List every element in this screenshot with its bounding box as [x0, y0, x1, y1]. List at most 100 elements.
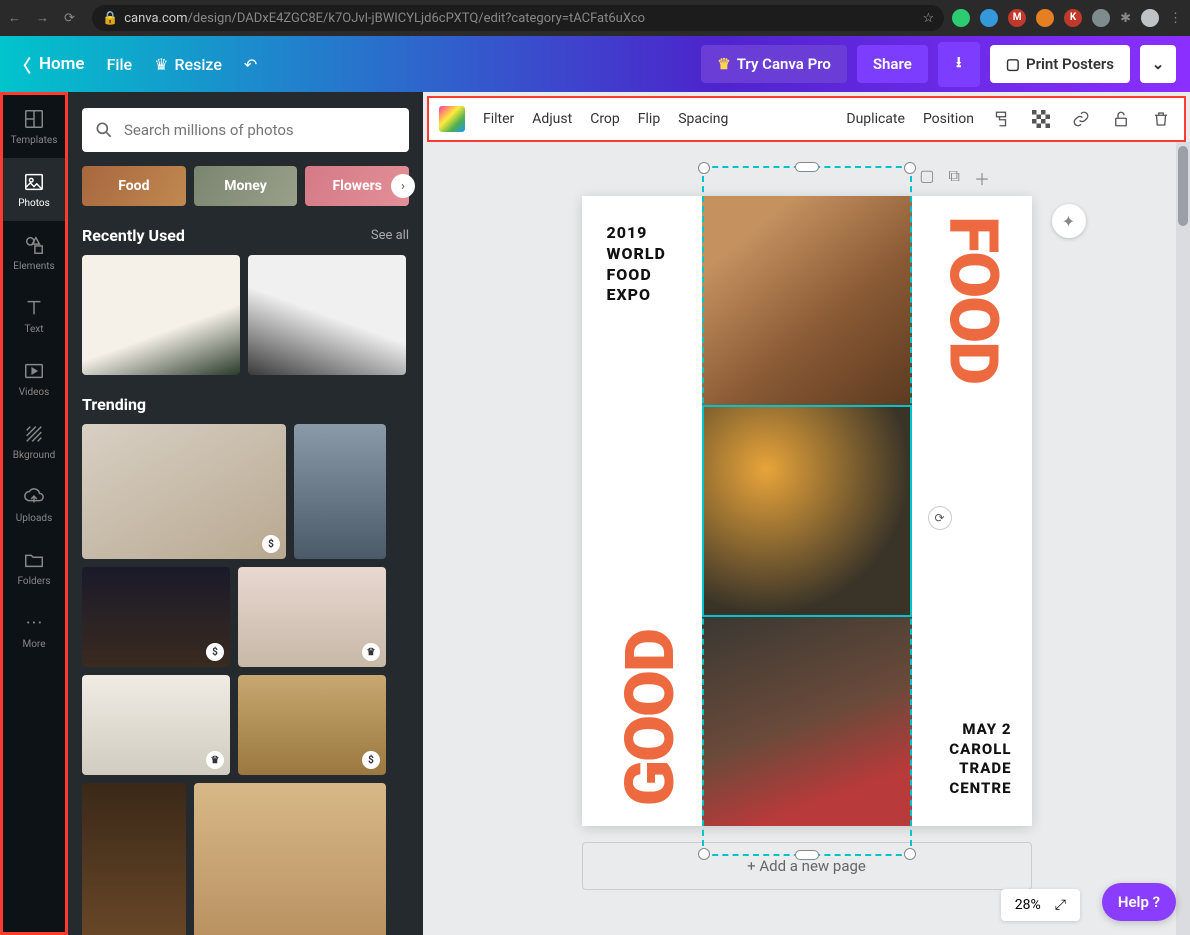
elements-icon: [22, 233, 46, 257]
download-icon: ⭳: [956, 52, 961, 77]
transparency-icon[interactable]: [1032, 110, 1054, 128]
folders-icon: [22, 548, 46, 572]
star-icon[interactable]: ☆: [922, 11, 934, 26]
resize-handle-ne[interactable]: [904, 162, 916, 174]
filter-button[interactable]: Filter: [483, 111, 514, 127]
sidebar-item-text[interactable]: Text: [3, 284, 65, 347]
search-box[interactable]: [82, 108, 409, 152]
poster-word-good[interactable]: GOOD: [610, 630, 690, 806]
price-badge-icon: $: [362, 751, 380, 769]
trending-photo-thumb[interactable]: [194, 783, 386, 935]
trending-photo-thumb[interactable]: $: [82, 567, 230, 667]
section-title: Trending: [82, 395, 146, 414]
copy-style-icon[interactable]: [992, 110, 1014, 128]
file-menu[interactable]: File: [107, 55, 133, 74]
sidebar-item-bkground[interactable]: Bkground: [3, 410, 65, 473]
duplicate-button[interactable]: Duplicate: [846, 111, 905, 127]
sidebar-item-photos[interactable]: Photos: [3, 158, 65, 221]
color-swatch[interactable]: [439, 106, 465, 132]
chip-food[interactable]: Food: [82, 166, 186, 206]
undo-icon[interactable]: ↶: [244, 55, 257, 74]
canvas-area: Filter Adjust Crop Flip Spacing Duplicat…: [423, 92, 1190, 935]
search-icon: [94, 120, 114, 140]
resize-handle-nw[interactable]: [698, 162, 710, 174]
home-link[interactable]: 〈 Home: [14, 52, 85, 77]
flip-button[interactable]: Flip: [638, 111, 660, 127]
sidebar-item-more[interactable]: • • • More: [3, 599, 65, 662]
lock-icon[interactable]: [1112, 110, 1134, 128]
share-button[interactable]: Share: [857, 45, 928, 83]
resize-menu[interactable]: ♛ Resize: [154, 55, 222, 74]
more-icon: • • •: [22, 611, 46, 635]
poster-footer-text[interactable]: MAY 2 CAROLL TRADE CENTRE: [949, 720, 1011, 798]
trending-photo-thumb[interactable]: [82, 783, 186, 935]
sidebar-item-folders[interactable]: Folders: [3, 536, 65, 599]
zoom-value: 28%: [1015, 897, 1041, 913]
search-input[interactable]: [124, 121, 397, 139]
bkground-icon: [22, 422, 46, 446]
back-icon[interactable]: ←: [8, 10, 28, 26]
crown-badge-icon: ♛: [206, 751, 224, 769]
help-button[interactable]: Help ?: [1102, 883, 1176, 921]
trending-photo-thumb[interactable]: $: [238, 675, 386, 775]
poster-title-text[interactable]: 2019 WORLD FOOD EXPO: [607, 223, 666, 306]
sidebar-item-templates[interactable]: Templates: [3, 95, 65, 158]
trending-photo-thumb[interactable]: $: [82, 424, 286, 559]
templates-icon: [22, 107, 46, 131]
print-button[interactable]: ▢ Print Posters: [990, 45, 1130, 83]
poster-icon: ▢: [1006, 55, 1020, 73]
recent-photo-thumb[interactable]: [82, 255, 240, 375]
print-dropdown[interactable]: ⌄: [1140, 45, 1176, 83]
forward-icon[interactable]: →: [36, 10, 56, 26]
rotate-handle-icon[interactable]: ⟳: [928, 506, 952, 530]
crown-icon: ♛: [154, 55, 168, 74]
chevron-left-icon: 〈: [14, 52, 31, 77]
page-tools: ▢ ⧉ ＋: [919, 166, 990, 190]
crop-button[interactable]: Crop: [590, 111, 620, 127]
section-title: Recently Used: [82, 226, 185, 245]
sidebar-item-videos[interactable]: Videos: [3, 347, 65, 410]
text-icon: [22, 296, 46, 320]
crown-icon: ♛: [717, 55, 730, 73]
see-all-link[interactable]: See all: [371, 228, 409, 243]
spacing-button[interactable]: Spacing: [678, 111, 728, 127]
browser-extensions: M K ✱ ⋮: [952, 9, 1182, 27]
link-icon[interactable]: [1072, 110, 1094, 128]
resize-handle-sw[interactable]: [698, 848, 710, 860]
adjust-button[interactable]: Adjust: [532, 111, 572, 127]
photos-icon: [22, 170, 46, 194]
delete-icon[interactable]: [1152, 110, 1174, 128]
sidebar-item-elements[interactable]: Elements: [3, 221, 65, 284]
duplicate-page-icon[interactable]: ⧉: [949, 166, 960, 190]
trending-photo-thumb[interactable]: [294, 424, 386, 559]
sidebar-item-uploads[interactable]: Uploads: [3, 473, 65, 536]
resize-handle-se[interactable]: [904, 848, 916, 860]
app-topbar: 〈 Home File ♛ Resize ↶ ♛ Try Canva Pro S…: [0, 36, 1190, 92]
uploads-icon: [22, 485, 46, 509]
notes-icon[interactable]: ▢: [919, 166, 934, 190]
poster-word-food[interactable]: FOOD: [934, 216, 1014, 383]
try-pro-button[interactable]: ♛ Try Canva Pro: [701, 45, 847, 83]
context-toolbar: Filter Adjust Crop Flip Spacing Duplicat…: [427, 96, 1186, 142]
zoom-control[interactable]: 28% ⤢: [1001, 889, 1080, 921]
url-text: canva.com/design/DADxE4ZGC8E/k7OJvl-jBWI…: [124, 11, 645, 26]
videos-icon: [22, 359, 46, 383]
add-page-icon[interactable]: ＋: [974, 166, 990, 190]
vertical-scrollbar[interactable]: [1176, 142, 1190, 935]
price-badge-icon: $: [262, 535, 280, 553]
selection-bounding-box[interactable]: [702, 166, 912, 856]
fullscreen-icon[interactable]: ⤢: [1055, 897, 1066, 913]
trending-photo-thumb[interactable]: ♛: [238, 567, 386, 667]
resize-handle-n[interactable]: [795, 162, 819, 172]
position-button[interactable]: Position: [923, 111, 974, 127]
lock-icon: 🔒: [102, 11, 118, 26]
recent-photo-thumb[interactable]: [248, 255, 406, 375]
chips-next-icon[interactable]: ›: [391, 174, 415, 198]
chip-money[interactable]: Money: [194, 166, 298, 206]
trending-photo-thumb[interactable]: ♛: [82, 675, 230, 775]
reload-icon[interactable]: ⟳: [64, 11, 84, 26]
download-button[interactable]: ⭳: [938, 42, 980, 87]
resize-handle-s[interactable]: [795, 850, 819, 860]
url-bar[interactable]: 🔒 canva.com/design/DADxE4ZGC8E/k7OJvl-jB…: [92, 5, 944, 31]
magic-resize-icon[interactable]: ✦: [1052, 204, 1086, 238]
